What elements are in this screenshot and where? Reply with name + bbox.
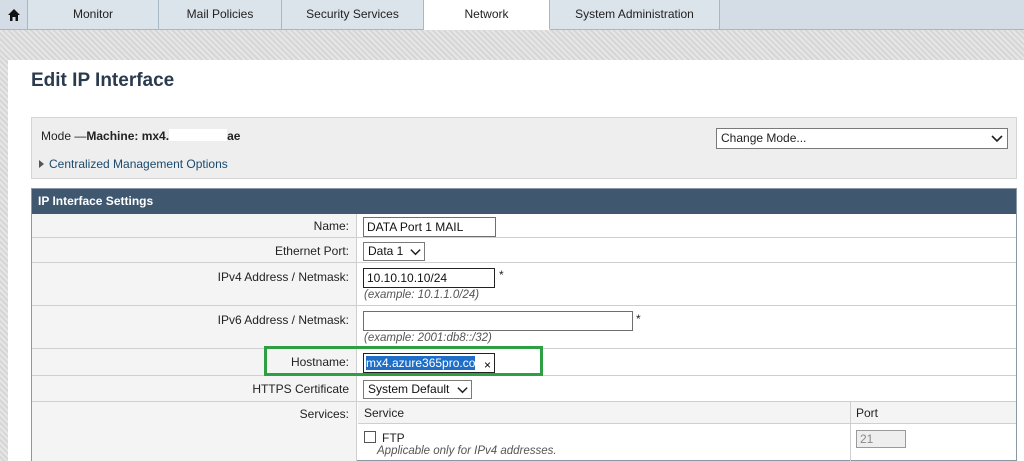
tab-mail-policies[interactable]: Mail Policies [159, 0, 282, 29]
chevron-down-icon [410, 249, 421, 256]
expand-triangle-icon [39, 160, 44, 168]
ftp-checkbox[interactable] [364, 431, 376, 443]
https-certificate-row: HTTPS Certificate System Default [32, 376, 1016, 402]
name-row: Name: DATA Port 1 MAIL [32, 214, 1016, 238]
ftp-label: FTP [382, 431, 405, 445]
decorative-band [0, 30, 1024, 60]
top-navigation: Monitor Mail Policies Security Services … [0, 0, 1024, 30]
https-certificate-label: HTTPS Certificate [32, 376, 357, 401]
ethernet-port-label: Ethernet Port: [32, 238, 357, 262]
change-mode-select[interactable]: Change Mode... [716, 128, 1008, 149]
hostname-highlight-box [264, 346, 543, 376]
ethernet-port-select[interactable]: Data 1 [363, 242, 425, 261]
service-column-header: Service [364, 406, 405, 420]
panel-header: IP Interface Settings [32, 189, 1016, 214]
change-mode-value: Change Mode... [721, 131, 807, 145]
machine-label: Machine: mx4. [86, 129, 170, 143]
ftp-port-input: 21 [856, 430, 906, 448]
ipv6-row: IPv6 Address / Netmask: * (example: 2001… [32, 306, 1016, 349]
port-column-header: Port [850, 402, 878, 423]
machine-suffix: ae [227, 129, 241, 143]
mode-box: Mode —Machine: mx4. ae Centralized Manage… [31, 117, 1017, 179]
home-button[interactable] [0, 0, 28, 29]
port-column [850, 424, 851, 461]
chevron-down-icon [457, 387, 468, 394]
ipv4-hint: (example: 10.1.1.0/24) [364, 289, 480, 301]
name-input[interactable]: DATA Port 1 MAIL [363, 217, 496, 237]
services-table-header: Service Port [358, 402, 1016, 424]
ipv4-label: IPv4 Address / Netmask: [32, 263, 357, 305]
chevron-down-icon [991, 135, 1003, 143]
ethernet-port-row: Ethernet Port: Data 1 [32, 238, 1016, 263]
ipv6-hint: (example: 2001:db8::/32) [364, 332, 492, 344]
centralized-management-link[interactable]: Centralized Management Options [39, 157, 228, 171]
redaction [169, 129, 228, 141]
ip-interface-settings-panel: IP Interface Settings Name: DATA Port 1 … [31, 188, 1017, 461]
tab-network[interactable]: Network [424, 0, 550, 30]
ipv4-row: IPv4 Address / Netmask: 10.10.10.10/24 *… [32, 263, 1016, 306]
ipv6-input[interactable] [363, 311, 633, 331]
centralized-management-label: Centralized Management Options [49, 157, 228, 171]
tab-system-administration[interactable]: System Administration [550, 0, 720, 29]
services-label: Services: [32, 402, 357, 461]
page-title: Edit IP Interface [31, 70, 175, 91]
tab-security-services[interactable]: Security Services [282, 0, 424, 29]
tab-monitor[interactable]: Monitor [28, 0, 159, 29]
decorative-left-stripe [0, 60, 8, 461]
required-marker: * [636, 312, 641, 326]
mode-prefix: Mode — [41, 129, 87, 143]
https-certificate-value: System Default [368, 382, 450, 396]
ipv6-label: IPv6 Address / Netmask: [32, 306, 357, 348]
https-certificate-select[interactable]: System Default [363, 380, 472, 399]
ethernet-port-value: Data 1 [368, 244, 404, 258]
mode-line: Mode —Machine: mx4. ae [41, 129, 240, 143]
ipv4-input[interactable]: 10.10.10.10/24 [363, 268, 495, 288]
home-icon [7, 8, 20, 21]
required-marker: * [499, 268, 504, 282]
name-label: Name: [32, 214, 357, 237]
ftp-note: Applicable only for IPv4 addresses. [377, 445, 557, 457]
services-row: Services: Service Port FTP Applicable on… [32, 402, 1016, 461]
